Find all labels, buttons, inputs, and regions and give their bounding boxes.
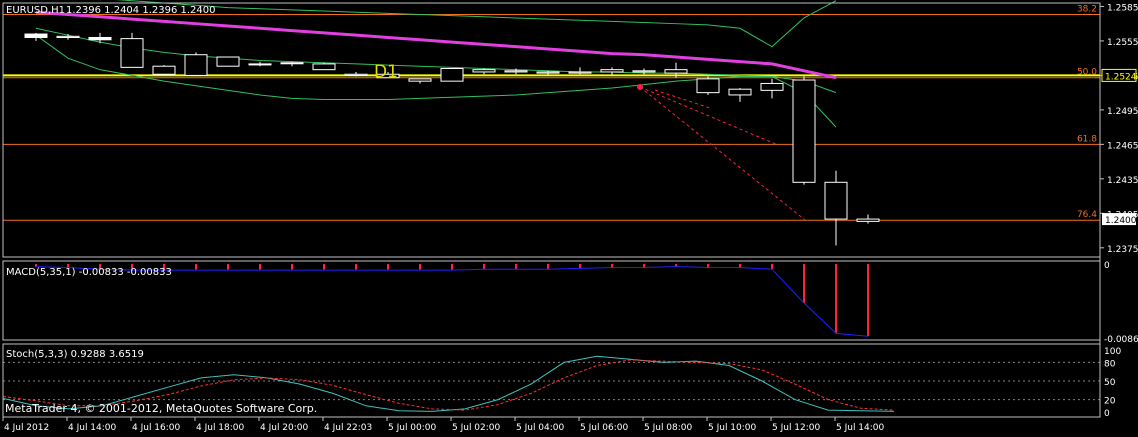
candle[interactable] [280,61,304,67]
time-tick-label: 5 Jul 00:00 [388,423,437,433]
copyright-text: MetaTrader 4, © 2001-2012, MetaQuotes So… [5,402,317,415]
time-tick-label: 5 Jul 08:00 [644,423,693,433]
fib-level-label: 76.4 [1077,210,1097,220]
candle-body [760,82,784,91]
candle-body [856,218,880,222]
time-tick-label: 5 Jul 02:00 [452,423,501,433]
candle-body [824,181,848,220]
time-tick-label: 5 Jul 06:00 [580,423,629,433]
price-tick-label: 1.2495 [1107,107,1138,117]
candle-body [312,63,336,71]
candle-body [88,36,112,41]
candle[interactable] [216,56,240,67]
time-tick-label: 4 Jul 22:03 [324,423,372,433]
time-tick-label: 5 Jul 04:00 [516,423,565,433]
macd-tick-label: 0 [1104,261,1110,271]
candle-body [152,65,176,75]
candle[interactable] [184,52,208,76]
candle[interactable] [440,68,464,82]
time-tick-label: 5 Jul 12:00 [772,423,821,433]
line-price-badge-label: 1.2524 [1105,72,1137,82]
candle-body [792,79,816,183]
time-tick-label: 5 Jul 14:00 [836,423,885,433]
trend-arrow-line [639,86,779,146]
chart-canvas[interactable]: 38.250.061.876.4 1.25851.25551.25251.249… [0,0,1138,433]
stoch-tick-label: 50 [1104,378,1116,388]
candle-body [216,56,240,67]
time-tick-label: 5 Jul 10:00 [708,423,757,433]
stoch-tick-label: 100 [1104,347,1121,357]
chart-window: 38.250.061.876.4 1.25851.25551.25251.249… [0,0,1138,433]
candle-body [56,35,80,38]
candle-body [696,78,720,94]
candle[interactable] [856,214,880,224]
candle-body [280,62,304,65]
time-tick-label: 4 Jul 14:00 [68,423,117,433]
fib-level-label: 38.2 [1077,4,1097,14]
candle-body [408,78,432,82]
candle-body [24,33,48,38]
macd-tick-label: -0.00865 [1104,335,1138,345]
ohlc-label: 1.2396 1.2404 1.2396 1.2400 [66,5,216,16]
trend-anchor-point[interactable] [637,84,643,90]
price-tick-label: 1.2375 [1107,245,1138,255]
price-tick-label: 1.2435 [1107,176,1138,186]
candle[interactable] [600,67,624,76]
candle-body [632,70,656,73]
candle[interactable] [824,170,848,246]
candle[interactable] [408,78,432,84]
candle-body [472,69,496,73]
candle-body [536,71,560,74]
candle-body [664,69,688,74]
candle-body [248,63,272,66]
current-price-label: 1.2400 [1105,216,1137,226]
candle[interactable] [56,34,80,40]
price-tick-label: 1.2465 [1107,141,1138,151]
d1-label: D1 [374,62,398,82]
candle[interactable] [24,32,48,41]
candle-body [568,71,592,74]
time-tick-label: 4 Jul 16:00 [132,423,181,433]
time-tick-label: 4 Jul 20:00 [260,423,309,433]
candle[interactable] [696,76,720,95]
stoch-label: Stoch(5,3,3) 0.9288 3.6519 [6,349,144,360]
fib-level-label: 61.8 [1077,134,1097,144]
candle-body [344,73,368,76]
candle[interactable] [792,76,816,185]
symbol-label: EURUSD,H1 [6,5,65,16]
candle-body [504,70,528,73]
time-tick-label: 4 Jul 18:00 [196,423,245,433]
candle-body [728,88,752,96]
price-pane-frame [2,2,1101,258]
candle[interactable] [88,32,112,44]
trend-arrow-line [639,86,806,221]
candle-body [120,38,144,68]
candle[interactable] [472,68,496,75]
candle-body [440,68,464,82]
candle[interactable] [152,65,176,75]
candle[interactable] [312,62,336,71]
candle-body [184,54,208,76]
price-tick-label: 1.2585 [1107,3,1138,13]
candle[interactable] [568,67,592,75]
stoch-tick-label: 0 [1104,409,1110,419]
price-tick-label: 1.2555 [1107,38,1138,48]
candle[interactable] [120,32,144,68]
candle[interactable] [344,71,368,77]
candle[interactable] [760,78,784,99]
price-pane[interactable]: 38.250.061.876.4 [3,0,1100,246]
macd-label: MACD(5,35,1) -0.00833 -0.00833 [6,267,172,278]
candle[interactable] [248,61,272,67]
stoch-tick-label: 80 [1104,359,1116,369]
candle-body [600,69,624,73]
time-tick-label: 4 Jul 2012 [4,423,49,433]
stoch-tick-label: 20 [1104,397,1116,407]
candle[interactable] [728,88,752,102]
